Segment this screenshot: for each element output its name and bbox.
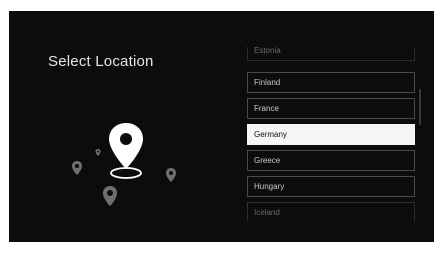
- list-item-estonia[interactable]: Estonia: [247, 47, 415, 61]
- list-item-finland[interactable]: Finland: [247, 72, 415, 93]
- list-item-greece[interactable]: Greece: [247, 150, 415, 171]
- page-title: Select Location: [48, 53, 154, 70]
- list-scrollbar[interactable]: [419, 89, 421, 125]
- location-screen: Select Location Estonia Finland France G…: [9, 11, 434, 242]
- location-pin-icon-bottom: [103, 186, 117, 206]
- location-pin-icon-tiny: [95, 149, 101, 156]
- list-item-iceland[interactable]: Iceland: [247, 202, 415, 221]
- pin-shadow-ellipse: [110, 167, 142, 179]
- location-pin-icon-right: [166, 168, 176, 182]
- list-item-germany[interactable]: Germany: [247, 124, 415, 145]
- location-illustration: [72, 123, 176, 206]
- location-pin-icon-left: [72, 161, 82, 175]
- location-list[interactable]: Estonia Finland France Germany Greece Hu…: [247, 47, 415, 221]
- list-item-france[interactable]: France: [247, 98, 415, 119]
- location-pin-icon-main: [109, 123, 143, 169]
- list-item-hungary[interactable]: Hungary: [247, 176, 415, 197]
